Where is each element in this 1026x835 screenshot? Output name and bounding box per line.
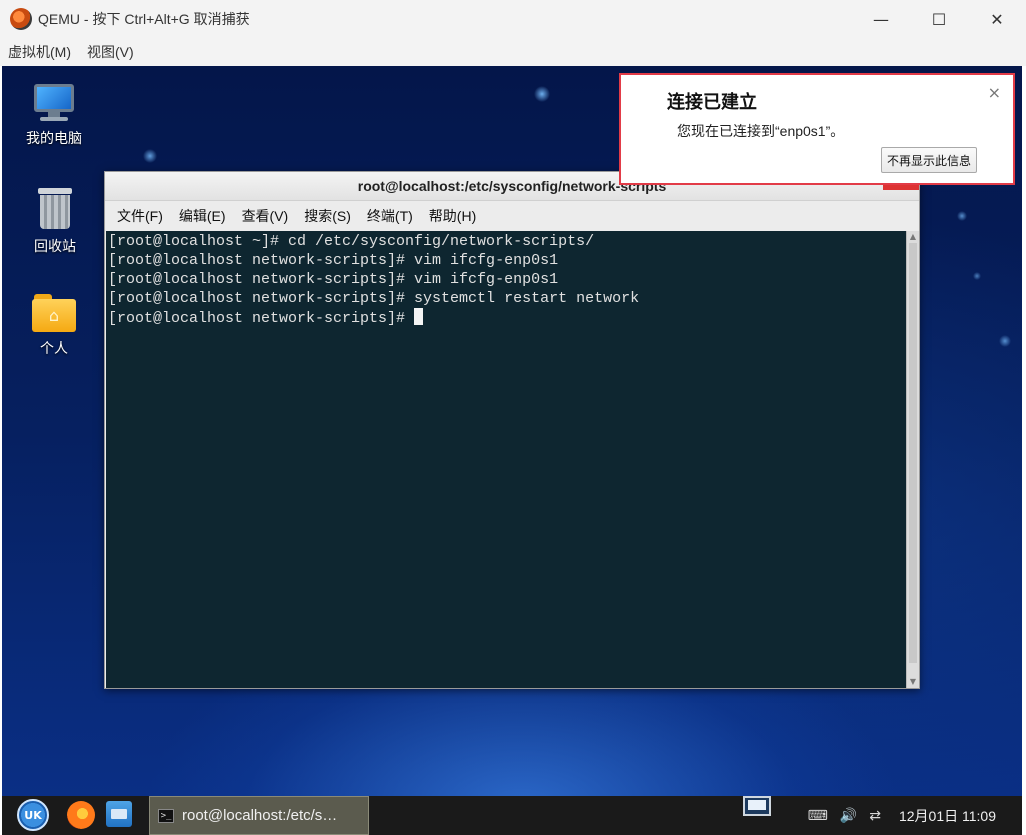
- home-folder-icon: ⌂: [32, 294, 76, 332]
- computer-icon: [32, 84, 76, 122]
- host-titlebar: QEMU - 按下 Ctrl+Alt+G 取消捕获 — ☐ ✕: [0, 0, 1026, 38]
- terminal-prompt: [root@localhost network-scripts]#: [108, 310, 415, 327]
- scroll-up-icon[interactable]: ▲: [907, 231, 919, 243]
- notification-title: 连接已建立: [667, 92, 757, 112]
- host-menubar: 虚拟机(M) 视图(V): [0, 38, 1026, 66]
- menu-vm[interactable]: 虚拟机(M): [0, 42, 79, 62]
- scrollbar-thumb[interactable]: [909, 243, 917, 663]
- menu-help[interactable]: 帮助(H): [421, 206, 484, 226]
- notification-close-icon[interactable]: ×: [988, 83, 1001, 102]
- menu-search[interactable]: 搜索(S): [296, 206, 359, 226]
- scroll-down-icon[interactable]: ▼: [907, 676, 919, 688]
- desktop-icon-home[interactable]: ⌂ 个人: [19, 294, 89, 358]
- desktop-icon-my-computer[interactable]: 我的电脑: [19, 84, 89, 148]
- desktop-icon-label: 回收站: [34, 238, 76, 254]
- desktop-icon-label: 个人: [40, 340, 68, 356]
- terminal-output[interactable]: [root@localhost ~]# cd /etc/sysconfig/ne…: [106, 231, 907, 688]
- volume-icon[interactable]: 🔊: [840, 808, 857, 824]
- network-icon[interactable]: ⇄: [869, 808, 881, 824]
- terminal-line: [root@localhost network-scripts]# system…: [108, 290, 640, 307]
- show-desktop-icon[interactable]: [743, 796, 771, 816]
- terminal-prompt-line[interactable]: [root@localhost network-scripts]#: [108, 308, 905, 328]
- taskbar-item-terminal[interactable]: >_ root@localhost:/etc/s…: [149, 796, 369, 835]
- menu-terminal[interactable]: 终端(T): [359, 206, 421, 226]
- terminal-scrollbar[interactable]: ▲ ▼: [906, 231, 919, 688]
- desktop-icon-trash[interactable]: 回收站: [20, 186, 90, 256]
- terminal-line: [root@localhost ~]# cd /etc/sysconfig/ne…: [108, 233, 595, 250]
- dont-show-again-button[interactable]: 不再显示此信息: [880, 147, 977, 173]
- taskbar: UK >_ root@localhost:/etc/s… ⌨ 🔊 ⇄ 12月01…: [2, 796, 1022, 835]
- menu-file[interactable]: 文件(F): [109, 206, 171, 226]
- qemu-logo-icon: [10, 8, 32, 30]
- notification-message: 您现在已连接到“enp0s1”。: [677, 123, 845, 139]
- desktop-icon-label: 我的电脑: [26, 130, 82, 146]
- start-menu-button[interactable]: UK: [17, 799, 49, 831]
- keyboard-icon[interactable]: ⌨: [808, 808, 828, 824]
- host-window-title: QEMU - 按下 Ctrl+Alt+G 取消捕获: [38, 11, 250, 27]
- taskbar-item-label: root@localhost:/etc/s…: [182, 807, 338, 824]
- terminal-menubar: 文件(F) 编辑(E) 查看(V) 搜索(S) 终端(T) 帮助(H): [105, 201, 919, 231]
- file-manager-icon[interactable]: [106, 801, 132, 827]
- system-tray: ⌨ 🔊 ⇄ 12月01日 11:09: [808, 796, 1022, 835]
- menu-edit[interactable]: 编辑(E): [171, 206, 234, 226]
- text-cursor: [414, 308, 424, 325]
- connection-notification: 连接已建立 × 您现在已连接到“enp0s1”。 不再显示此信息: [619, 73, 1015, 185]
- maximize-button[interactable]: ☐: [910, 0, 968, 38]
- terminal-line: [root@localhost network-scripts]# vim if…: [108, 252, 559, 269]
- terminal-icon: >_: [158, 808, 174, 823]
- close-button[interactable]: ✕: [968, 0, 1026, 38]
- host-window-controls: — ☐ ✕: [852, 0, 1026, 38]
- terminal-window[interactable]: root@localhost:/etc/sysconfig/network-sc…: [104, 171, 920, 689]
- menu-view[interactable]: 视图(V): [79, 42, 142, 62]
- firefox-icon[interactable]: [67, 801, 95, 829]
- trash-icon: [36, 186, 74, 230]
- minimize-button[interactable]: —: [852, 0, 910, 38]
- menu-view[interactable]: 查看(V): [234, 206, 297, 226]
- terminal-line: [root@localhost network-scripts]# vim if…: [108, 271, 559, 288]
- clock[interactable]: 12月01日 11:09: [899, 806, 996, 826]
